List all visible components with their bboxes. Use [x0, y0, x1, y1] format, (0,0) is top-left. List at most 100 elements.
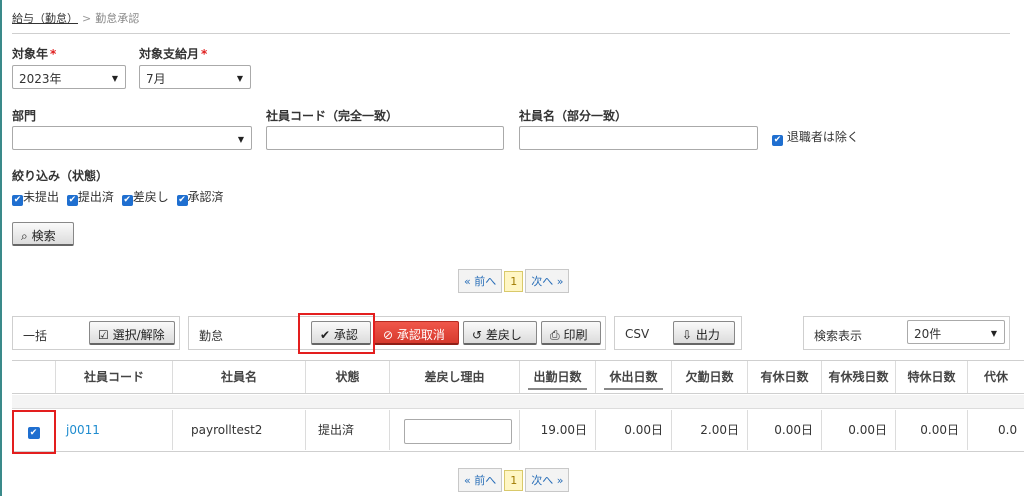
approve-highlight-frame [298, 313, 375, 354]
status-filter-unsubmitted[interactable]: ✔ 未提出 [12, 190, 60, 206]
attendance-label: 勤怠 [199, 329, 224, 343]
emp-code-label: 社員コード（完全一致） [266, 109, 399, 123]
export-button[interactable]: ⇩ 出力 [673, 321, 735, 345]
header-work-days[interactable]: 出勤日数 [520, 361, 596, 393]
emp-code-link[interactable]: j0011 [56, 410, 173, 450]
printer-icon: ⎙ [550, 328, 560, 342]
display-count-label: 検索表示 [814, 329, 863, 343]
holiday-work-days-cell: 0.00日 [596, 410, 672, 450]
select-toggle-label: 選択/解除 [112, 328, 165, 342]
absence-days-cell: 2.00日 [672, 410, 748, 450]
header-holiday-work-days-label: 休出日数 [609, 370, 658, 384]
status-filter-approved[interactable]: ✔ 承認済 [176, 190, 224, 206]
window-left-edge [0, 0, 2, 496]
header-status[interactable]: 状態 [306, 361, 390, 393]
search-icon: ⌕ [21, 229, 28, 243]
select-toggle-button[interactable]: ☑ 選択/解除 [89, 321, 175, 345]
pager-next-button[interactable]: 次へ » [525, 269, 570, 293]
sendback-reason-cell [390, 410, 520, 450]
display-count-value: 20件 [914, 327, 942, 341]
table-header: 社員コード 社員名 状態 差戻し理由 出勤日数 休出日数 欠勤日数 有休日数 有… [12, 360, 1024, 394]
comp-leave-days-cell: 0.0 [998, 423, 1018, 437]
column-group-underline [604, 388, 663, 390]
bulk-toolbox: 一括 ☑ 選択/解除 [12, 316, 180, 350]
year-select-value: 2023年 [19, 72, 62, 86]
pager-current-page[interactable]: 1 [504, 271, 524, 292]
checkbox-checked-icon: ✔ [12, 195, 23, 206]
pager-top: « 前へ 1 次へ » [458, 269, 570, 293]
emp-name-input[interactable] [519, 126, 758, 150]
download-icon: ⇩ [682, 328, 693, 342]
status-filter-label: 絞り込み（状態） [12, 169, 109, 183]
csv-toolbox: CSV ⇩ 出力 [614, 316, 742, 350]
dept-select[interactable]: ▼ [12, 126, 252, 150]
status-option-label: 未提出 [23, 190, 60, 204]
breadcrumb-current: 勤怠承認 [95, 12, 140, 25]
pager-bottom: « 前へ 1 次へ » [458, 468, 570, 492]
header-comp-leave-days[interactable]: 代休 [968, 361, 1024, 393]
header-paid-leave-remaining[interactable]: 有休残日数 [822, 361, 896, 393]
status-option-label: 承認済 [187, 190, 224, 204]
breadcrumb: 給与（勤怠） > 勤怠承認 [12, 10, 139, 26]
checkbox-checked-icon: ✔ [66, 195, 78, 206]
send-back-button[interactable]: ↺ 差戻し [463, 321, 537, 345]
print-button[interactable]: ⎙ 印刷 [541, 321, 601, 345]
emp-code-input[interactable] [266, 126, 504, 150]
emp-name-cell: payrolltest2 [173, 410, 306, 450]
cancel-circle-icon: ⊘ [383, 328, 394, 342]
month-select-value: 7月 [146, 72, 166, 86]
checkbox-icon: ☑ [98, 328, 109, 342]
table-row: ✔ j0011 payrolltest2 提出済 19.00日 0.00日 2.… [12, 410, 1024, 452]
search-button[interactable]: ⌕ 検索 [12, 222, 74, 246]
breadcrumb-parent-link[interactable]: 給与（勤怠） [12, 12, 78, 25]
header-work-days-label: 出勤日数 [533, 370, 582, 384]
month-label: 対象支給月 * [139, 45, 207, 62]
header-emp-name[interactable]: 社員名 [173, 361, 306, 393]
chevron-down-icon: ▼ [237, 135, 244, 144]
month-select[interactable]: 7月 ▼ [139, 65, 251, 89]
header-absence-days[interactable]: 欠勤日数 [672, 361, 748, 393]
header-emp-code[interactable]: 社員コード [56, 361, 173, 393]
pager-next-button[interactable]: 次へ » [525, 468, 570, 492]
display-count-toolbox: 検索表示 20件 ▼ [803, 316, 1010, 350]
chevron-down-icon: ▼ [990, 329, 997, 338]
status-filter-sent-back[interactable]: ✔ 差戻し [121, 190, 169, 206]
emp-name-label: 社員名（部分一致） [519, 109, 628, 123]
dept-label: 部門 [12, 109, 37, 123]
csv-label: CSV [625, 327, 650, 341]
bulk-label: 一括 [23, 329, 48, 343]
sendback-reason-input[interactable] [404, 419, 512, 444]
pager-prev-button[interactable]: « 前へ [458, 468, 503, 492]
pager-current-page[interactable]: 1 [504, 470, 524, 491]
year-select[interactable]: 2023年 ▼ [12, 65, 126, 89]
status-filter-group: ✔ 未提出 ✔ 提出済 ✔ 差戻し ✔ 承認済 [12, 188, 228, 206]
paid-leave-days-cell: 0.00日 [748, 410, 822, 450]
header-sendback-reason[interactable]: 差戻し理由 [390, 361, 520, 393]
pager-prev-button[interactable]: « 前へ [458, 269, 503, 293]
status-filter-submitted[interactable]: ✔ 提出済 [66, 190, 114, 206]
display-count-select[interactable]: 20件 ▼ [907, 320, 1005, 344]
send-back-label: 差戻し [485, 328, 522, 342]
status-cell: 提出済 [306, 410, 390, 450]
checkbox-checked-icon: ✔ [176, 195, 188, 206]
required-mark: * [50, 47, 57, 61]
breadcrumb-separator: > [82, 12, 92, 25]
cancel-approve-button[interactable]: ⊘ 承認取消 [374, 321, 459, 345]
year-label: 対象年 * [12, 45, 56, 62]
status-option-label: 差戻し [132, 190, 169, 204]
paid-leave-remaining-cell: 0.00日 [822, 410, 896, 450]
header-holiday-work-days[interactable]: 休出日数 [596, 361, 672, 393]
search-button-label: 検索 [31, 229, 56, 243]
month-label-text: 対象支給月 [139, 47, 200, 61]
header-paid-leave-days[interactable]: 有休日数 [748, 361, 822, 393]
export-label: 出力 [695, 328, 720, 342]
chevron-down-icon: ▼ [111, 74, 118, 83]
year-label-text: 対象年 [12, 47, 49, 61]
status-option-label: 提出済 [77, 190, 114, 204]
required-mark: * [201, 47, 208, 61]
checkbox-checked-icon: ✔ [772, 135, 783, 146]
work-days-cell: 19.00日 [520, 410, 596, 450]
exclude-retired-checkbox[interactable]: ✔ 退職者は除く [772, 128, 859, 146]
header-special-leave-days[interactable]: 特休日数 [896, 361, 968, 393]
special-leave-days-cell: 0.00日 [896, 410, 968, 450]
